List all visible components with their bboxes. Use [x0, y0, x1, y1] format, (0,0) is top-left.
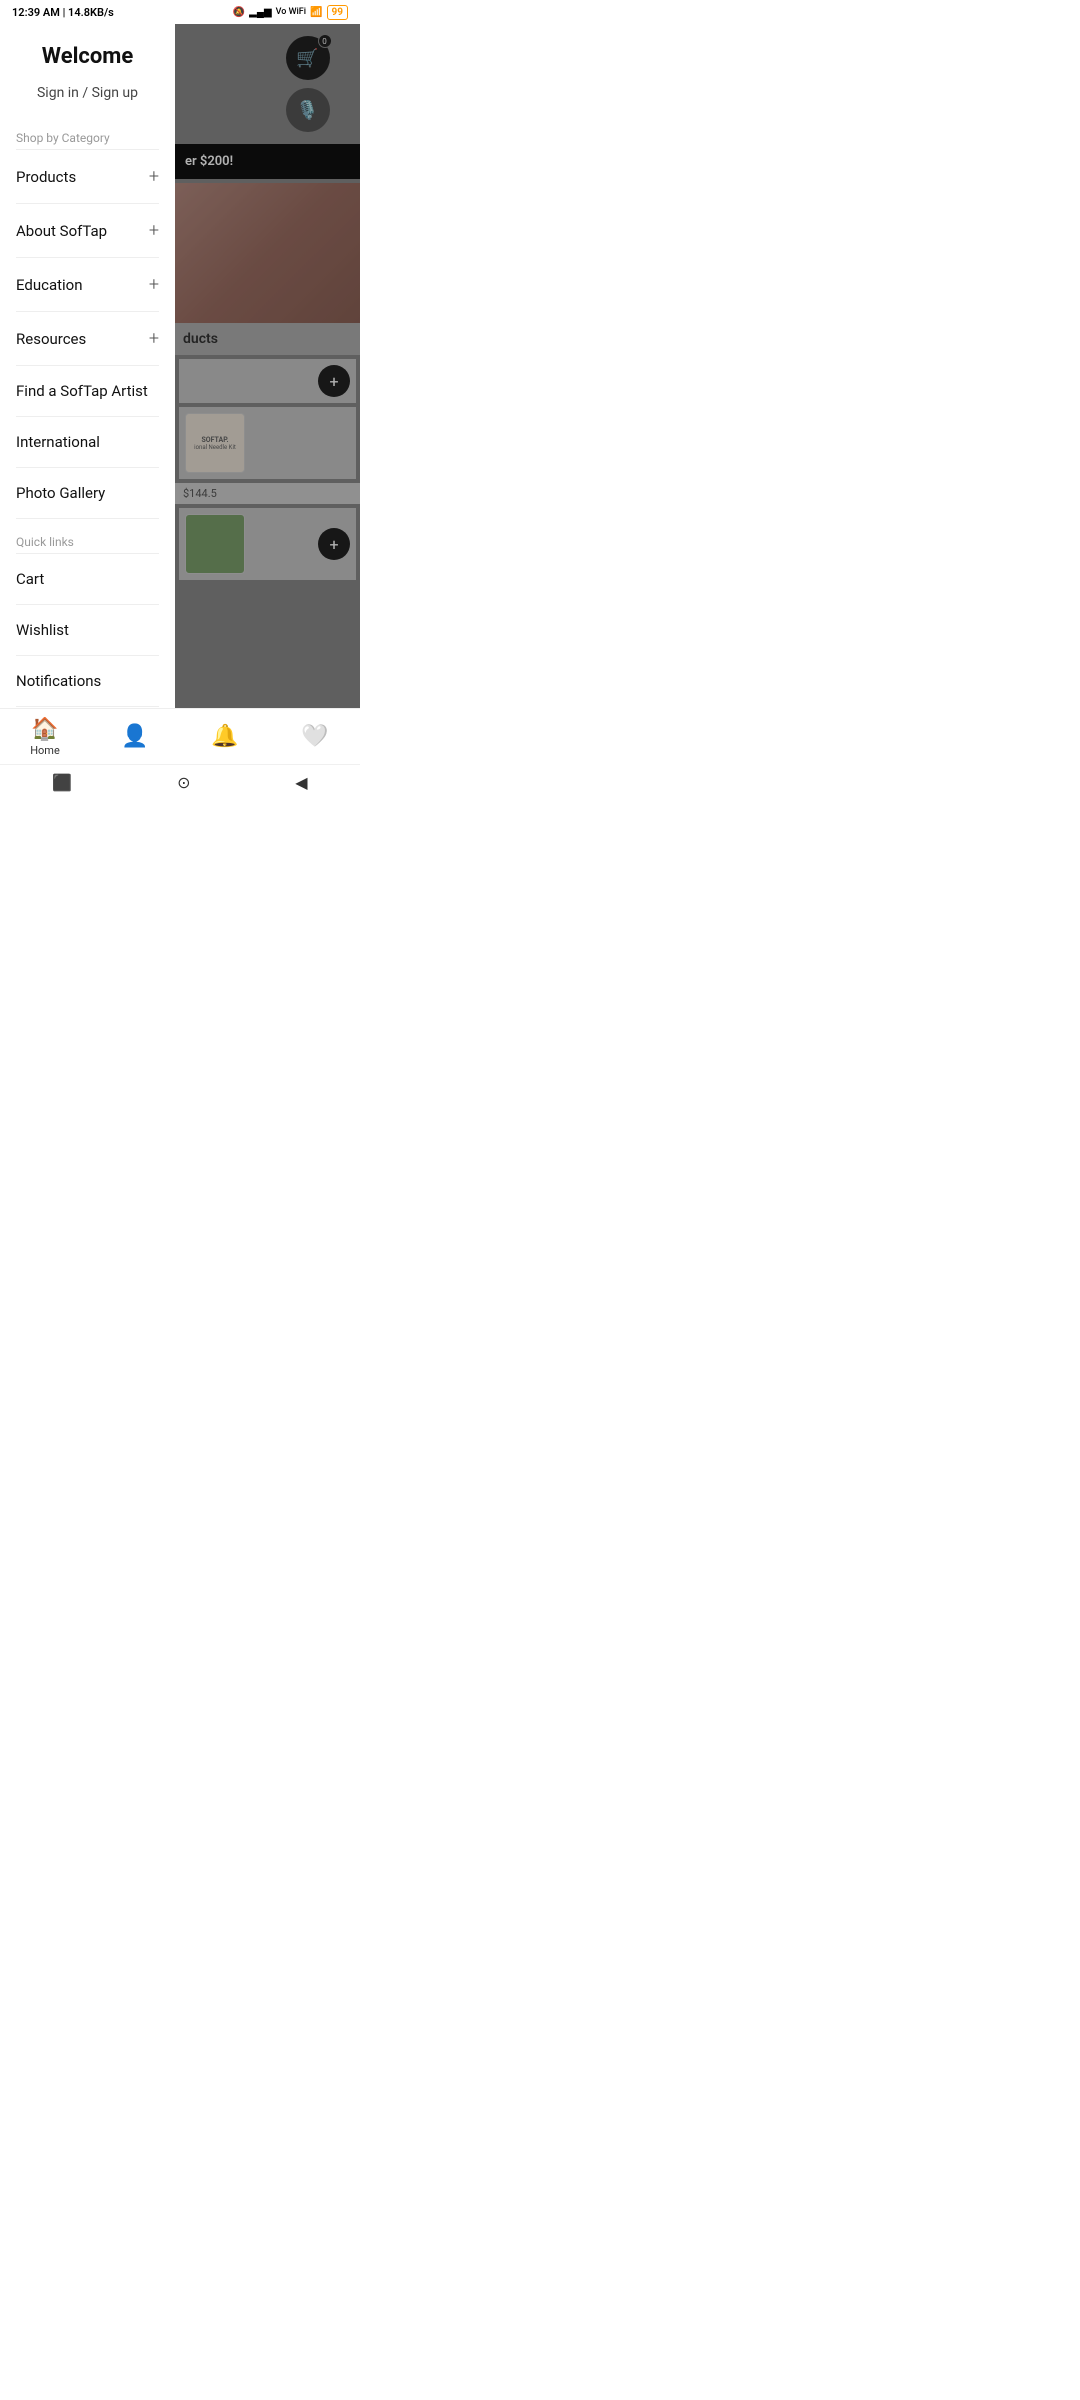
status-time: 12:39 AM | 14.8KB/s [12, 6, 114, 19]
resources-label: Resources [16, 330, 86, 348]
wifi-icon: 📶 [310, 7, 322, 18]
android-recent-btn[interactable]: ⬛ [52, 773, 72, 792]
sidebar-item-find-artist[interactable]: Find a SofTap Artist [0, 366, 175, 416]
android-nav-bar: ⬛ ⊙ ◀ [0, 764, 360, 800]
expand-icon-resources: + [149, 328, 159, 349]
nav-account[interactable]: 👤 [90, 724, 180, 749]
sidebar-item-resources[interactable]: Resources + [0, 312, 175, 365]
sidebar-item-wishlist[interactable]: Wishlist [0, 605, 175, 655]
shop-by-category-label: Shop by Category [0, 115, 175, 149]
sidebar-item-about[interactable]: About SofTap + [0, 204, 175, 257]
sidebar-item-products[interactable]: Products + [0, 150, 175, 203]
home-icon: 🏠 [31, 717, 58, 742]
bell-icon: 🔔 [211, 724, 238, 749]
quick-links-label: Quick links [0, 519, 175, 553]
mute-icon: 🔕 [233, 7, 245, 18]
education-label: Education [16, 276, 83, 294]
nav-home[interactable]: 🏠 Home [0, 717, 90, 757]
vo-wifi-label: Vo WiFi [276, 7, 306, 17]
android-back-btn[interactable]: ◀ [295, 773, 307, 792]
expand-icon-products: + [149, 166, 159, 187]
signin-link[interactable]: Sign in / Sign up [16, 81, 159, 105]
nav-wishlist[interactable]: 🤍 [270, 724, 360, 749]
sidebar-title: Welcome [42, 44, 133, 69]
expand-icon-education: + [149, 274, 159, 295]
account-icon: 👤 [121, 724, 148, 749]
sidebar-overlay[interactable] [175, 24, 360, 708]
products-label: Products [16, 168, 76, 186]
status-icons: 🔕 ▂▄▆ Vo WiFi 📶 99 [233, 5, 348, 20]
heart-icon: 🤍 [301, 724, 328, 749]
battery-badge: 99 [327, 5, 348, 20]
home-label: Home [30, 744, 60, 757]
sidebar-item-cart[interactable]: Cart [0, 554, 175, 604]
signal-icon: ▂▄▆ [249, 7, 271, 18]
status-bar: 12:39 AM | 14.8KB/s 🔕 ▂▄▆ Vo WiFi 📶 99 [0, 0, 360, 24]
sidebar-drawer: Welcome Sign in / Sign up Shop by Catego… [0, 24, 175, 708]
sidebar-item-notifications[interactable]: Notifications [0, 656, 175, 706]
sidebar-header: Welcome Sign in / Sign up [0, 24, 175, 115]
app-container: 🛒 0 🎙️ er $200! ducts + SOFTAP. ional Ne… [0, 24, 360, 708]
nav-notifications[interactable]: 🔔 [180, 724, 270, 749]
sidebar-item-photo-gallery[interactable]: Photo Gallery [0, 468, 175, 518]
expand-icon-about: + [149, 220, 159, 241]
about-label: About SofTap [16, 222, 107, 240]
sidebar-item-international[interactable]: International [0, 417, 175, 467]
sidebar-item-education[interactable]: Education + [0, 258, 175, 311]
android-home-btn[interactable]: ⊙ [177, 773, 190, 792]
bottom-nav: 🏠 Home 👤 🔔 🤍 [0, 708, 360, 764]
